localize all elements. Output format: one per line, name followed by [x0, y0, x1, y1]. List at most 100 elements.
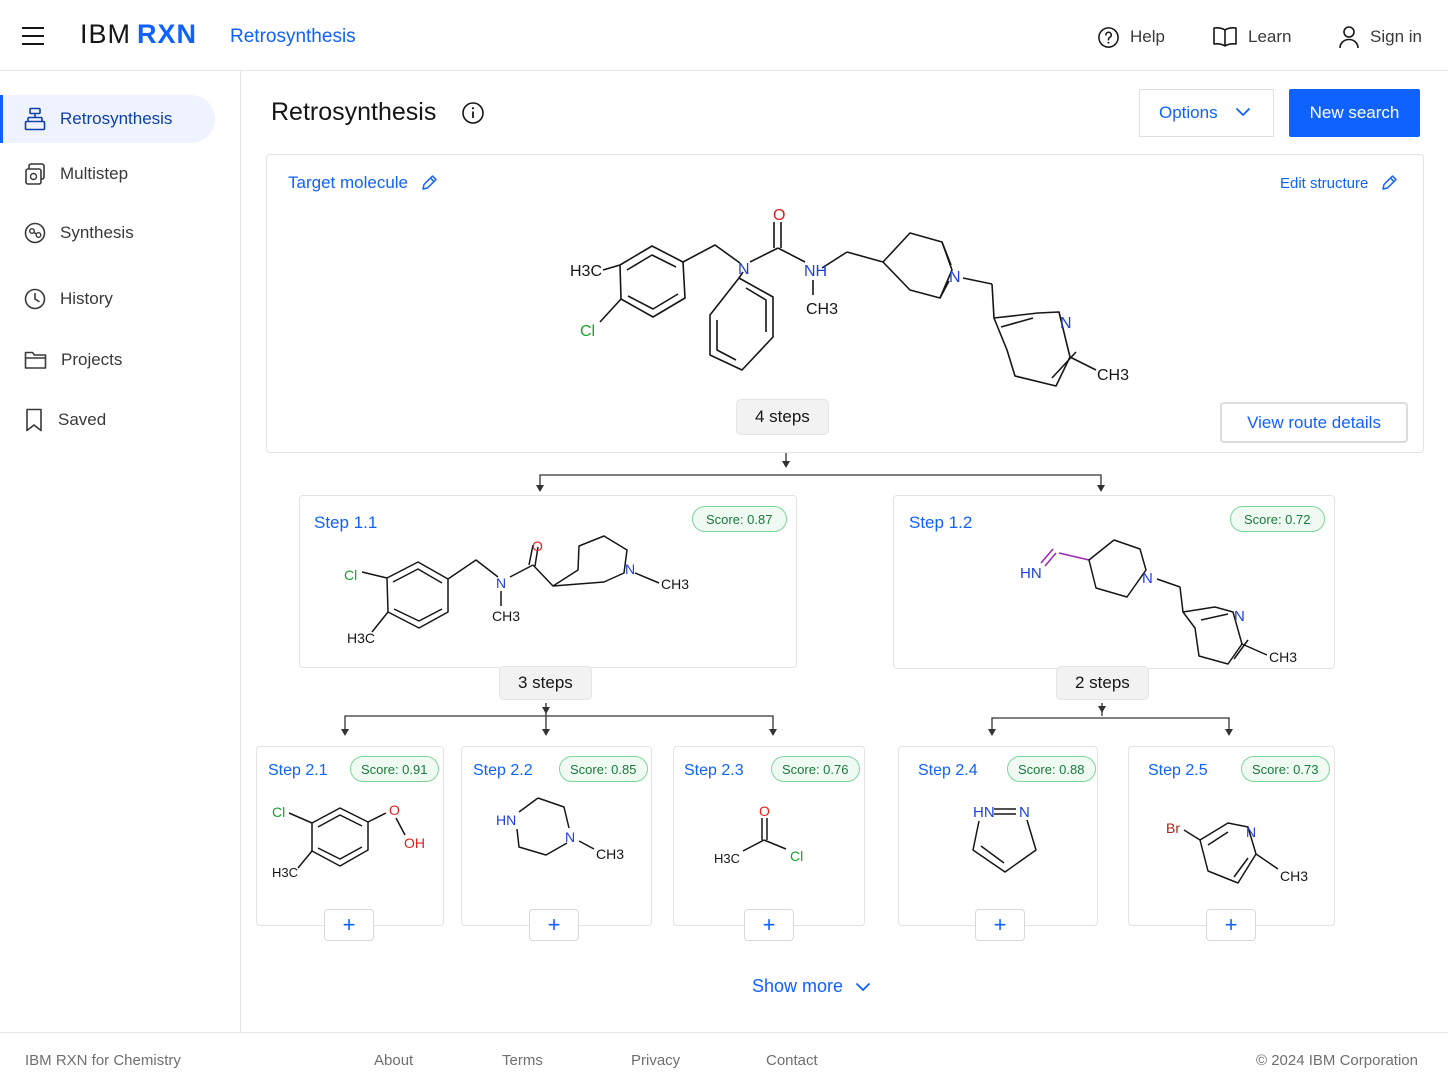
step-2-4-structure: HN N — [972, 804, 1037, 873]
atom-label: N — [1019, 804, 1030, 821]
step-1-1-structure: Cl H3C N O CH3 N CH3 — [344, 535, 689, 646]
sidebar-item-label: History — [60, 289, 113, 308]
expand-step-2-2-button[interactable]: + — [529, 909, 579, 941]
help-link[interactable]: Help — [1097, 22, 1165, 52]
step-label: Step 1.2 — [909, 513, 973, 532]
brand-product: RXN — [137, 19, 198, 49]
expand-step-2-3-button[interactable]: + — [744, 909, 794, 941]
atom-label: Br — [1166, 820, 1180, 836]
pencil-icon — [1382, 175, 1398, 190]
atom-label: H3C — [347, 630, 375, 646]
menu-icon[interactable] — [22, 27, 46, 47]
target-molecule-label: Target molecule — [288, 173, 409, 192]
options-label: Options — [1159, 103, 1218, 122]
step-1-2-structure: HN N N CH3 — [1020, 539, 1297, 665]
chevron-down-icon — [1235, 107, 1251, 117]
route-steps-badge: 3 steps — [499, 666, 592, 700]
footer-link-contact[interactable]: Contact — [766, 1052, 818, 1069]
sidebar-item-projects[interactable]: Projects — [0, 336, 215, 384]
expand-step-2-5-button[interactable]: + — [1206, 909, 1256, 941]
atom-label: CH3 — [661, 576, 689, 592]
score-badge: Score: 0.87 — [692, 506, 787, 532]
sidebar-item-history[interactable]: History — [0, 275, 215, 323]
info-icon[interactable] — [461, 101, 485, 125]
user-icon — [1339, 26, 1359, 49]
help-icon — [1098, 26, 1119, 48]
atom-label: CH3 — [1269, 649, 1297, 665]
atom-label: H3C — [570, 263, 602, 280]
atom-label: NH — [804, 263, 827, 280]
target-molecule-structure: H3C Cl N O NH CH3 N N CH3 — [570, 207, 1129, 387]
sign-in-link[interactable]: Sign in — [1338, 22, 1422, 52]
score-badge: Score: 0.76 — [771, 756, 860, 782]
footer-copyright: © 2024 IBM Corporation — [1256, 1052, 1418, 1069]
retrosynthesis-icon — [24, 107, 46, 131]
step-2-3-structure: O H3C Cl — [714, 803, 803, 866]
new-search-button[interactable]: New search — [1289, 89, 1420, 137]
atom-label: CH3 — [806, 301, 838, 318]
expand-step-2-1-button[interactable]: + — [324, 909, 374, 941]
expand-step-2-4-button[interactable]: + — [975, 909, 1025, 941]
atom-label: O — [532, 538, 543, 554]
edit-structure-link[interactable]: Edit structure — [1280, 174, 1398, 192]
sign-in-label: Sign in — [1370, 27, 1422, 46]
bookmark-icon — [26, 408, 42, 432]
page-title: Retrosynthesis — [271, 98, 437, 126]
target-molecule-link[interactable]: Target molecule — [288, 173, 438, 193]
atom-label: Cl — [790, 848, 803, 864]
atom-label: N — [496, 575, 506, 591]
show-more-button[interactable]: Show more — [752, 976, 871, 997]
brand-name: IBM — [80, 19, 132, 49]
atom-label: CH3 — [1280, 868, 1308, 884]
footer: IBM RXN for Chemistry About Terms Privac… — [0, 1032, 1448, 1086]
atom-label: HN — [973, 804, 995, 821]
view-route-details-button[interactable]: View route details — [1220, 402, 1408, 443]
footer-link-privacy[interactable]: Privacy — [631, 1052, 680, 1069]
footer-link-about[interactable]: About — [374, 1052, 413, 1069]
pencil-icon — [422, 175, 437, 190]
book-icon — [1213, 27, 1237, 47]
atom-label: HN — [1020, 565, 1042, 582]
multistep-icon — [25, 163, 45, 185]
footer-link-terms[interactable]: Terms — [502, 1052, 543, 1069]
help-label: Help — [1130, 27, 1165, 46]
atom-label: Cl — [272, 804, 285, 820]
sidebar-item-label: Projects — [61, 350, 123, 369]
atom-label: N — [625, 561, 635, 577]
atom-label: N — [1246, 824, 1256, 840]
score-badge: Score: 0.88 — [1007, 756, 1096, 782]
header-section-title[interactable]: Retrosynthesis — [230, 26, 356, 48]
atom-label: OH — [404, 835, 425, 851]
sidebar-item-synthesis[interactable]: Synthesis — [0, 209, 215, 257]
clock-icon — [24, 288, 46, 310]
atom-label: Cl — [580, 323, 595, 340]
step-2-1-structure: Cl H3C O OH — [272, 802, 425, 880]
sidebar-item-saved[interactable]: Saved — [0, 396, 215, 444]
footer-brand: IBM RXN for Chemistry — [25, 1052, 181, 1069]
sidebar: Retrosynthesis Multistep Synthesis Histo… — [0, 71, 241, 1032]
learn-link[interactable]: Learn — [1212, 22, 1291, 52]
step-label: Step 1.1 — [314, 513, 378, 532]
step-label: Step 2.3 — [684, 762, 744, 779]
edit-structure-label: Edit structure — [1280, 174, 1369, 192]
score-badge: Score: 0.73 — [1241, 756, 1330, 782]
atom-label: H3C — [272, 865, 298, 880]
top-header: IBM RXN Retrosynthesis Help Learn Sign in — [0, 0, 1448, 71]
atom-label: N — [1142, 570, 1153, 587]
atom-label: HN — [496, 812, 516, 828]
atom-label: CH3 — [1097, 367, 1129, 384]
step-label: Step 2.5 — [1148, 762, 1208, 779]
step-2-2-structure: HN N CH3 — [496, 797, 624, 862]
atom-label: O — [759, 803, 770, 819]
sidebar-item-label: Saved — [58, 410, 107, 429]
sidebar-item-multistep[interactable]: Multistep — [0, 150, 215, 198]
brand-logo[interactable]: IBM RXN — [80, 19, 197, 50]
route-steps-badge: 4 steps — [736, 399, 829, 435]
atom-label: H3C — [714, 851, 740, 866]
sidebar-item-label: Synthesis — [60, 223, 134, 242]
atom-label: N — [1060, 315, 1072, 332]
folder-icon — [24, 351, 47, 369]
sidebar-item-retrosynthesis[interactable]: Retrosynthesis — [0, 95, 215, 143]
options-dropdown[interactable]: Options — [1139, 89, 1274, 137]
atom-label: N — [1234, 608, 1245, 625]
